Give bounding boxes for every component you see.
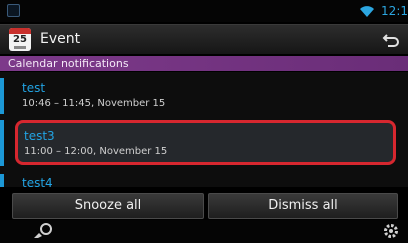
bottom-bar bbox=[0, 220, 408, 243]
status-right: 12:1 bbox=[359, 3, 408, 19]
title-bar: 25 Event bbox=[0, 24, 408, 55]
calendar-icon: 25 bbox=[9, 28, 31, 51]
section-header: Calendar notifications bbox=[0, 56, 408, 71]
item-title: test bbox=[22, 81, 46, 95]
gear-icon[interactable] bbox=[382, 222, 400, 240]
item-time: 10:46 – 11:45, November 15 bbox=[22, 98, 166, 109]
back-arrow-icon[interactable] bbox=[382, 31, 400, 49]
snooze-all-button[interactable]: Snooze all bbox=[12, 193, 204, 219]
scroll-segment bbox=[0, 174, 4, 187]
clock: 12:1 bbox=[381, 4, 408, 18]
calendar-icon-number: 25 bbox=[13, 34, 27, 45]
list-item-selected[interactable]: test3 11:00 – 12:00, November 15 bbox=[15, 120, 396, 165]
item-time: 11:00 – 12:00, November 15 bbox=[24, 146, 168, 157]
wifi-icon bbox=[360, 6, 375, 17]
bottom-buttons: Snooze all Dismiss all bbox=[0, 193, 408, 219]
app-icon bbox=[7, 4, 20, 17]
scroll-segment bbox=[0, 78, 4, 114]
dismiss-all-button[interactable]: Dismiss all bbox=[208, 193, 398, 219]
item-title: test4 bbox=[22, 176, 53, 187]
list-item[interactable]: test4 bbox=[15, 176, 396, 187]
hands-free-icon[interactable] bbox=[32, 222, 54, 240]
list-scroll-indicator bbox=[0, 72, 8, 187]
status-bar: 12:1 bbox=[0, 0, 408, 22]
item-title: test3 bbox=[24, 129, 55, 143]
list-item[interactable]: test 10:46 – 11:45, November 15 bbox=[15, 81, 396, 117]
notification-list[interactable]: test 10:46 – 11:45, November 15 test3 11… bbox=[0, 72, 408, 187]
scroll-segment bbox=[0, 120, 4, 166]
page-title: Event bbox=[40, 31, 81, 47]
